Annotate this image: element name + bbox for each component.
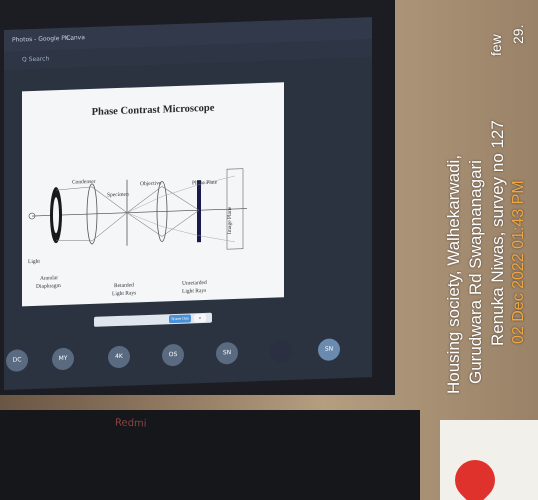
laptop-brand-logo: Redmi bbox=[114, 417, 147, 430]
participant-avatar[interactable]: OS bbox=[162, 343, 184, 367]
overlay-extra-num: 29. bbox=[510, 24, 526, 44]
label-image-plane: Image Plane bbox=[227, 206, 233, 235]
presentation-slide: Phase Contrast Microscope Condenser Obje… bbox=[22, 82, 284, 307]
map-thumbnail bbox=[440, 420, 538, 500]
label-condenser: Condenser bbox=[72, 178, 96, 186]
ray-upper bbox=[55, 186, 200, 214]
participant-avatar[interactable] bbox=[270, 339, 292, 363]
overlay-date: 02 Dec 2022 01:43 PM bbox=[510, 180, 527, 344]
label-objective: Objective bbox=[140, 180, 162, 188]
optical-axis bbox=[32, 208, 247, 217]
ray-lower bbox=[55, 209, 200, 242]
browser-tab-canva[interactable]: Canva bbox=[66, 34, 85, 42]
browser-search-text[interactable]: Q Search bbox=[22, 55, 49, 63]
participant-avatar[interactable]: DC bbox=[6, 349, 28, 372]
participant-strip: DC MY 4K OS SN SN bbox=[4, 332, 372, 385]
laptop-keyboard-deck: Redmi bbox=[0, 410, 420, 500]
label-unretarded-1: Unretarded bbox=[182, 279, 207, 287]
participant-avatar[interactable]: MY bbox=[52, 347, 74, 371]
overlay-address-line-2: Gurudwara Rd Swapnanagari bbox=[466, 160, 485, 384]
label-annular-1: Annular bbox=[40, 275, 59, 282]
label-unretarded-2: Light Rays bbox=[182, 287, 207, 295]
share-button[interactable]: Share this bbox=[169, 314, 191, 324]
label-retarded-1: Retarded bbox=[114, 282, 134, 290]
label-retarded-2: Light Rays bbox=[112, 290, 137, 298]
laptop-lid: Photos - Google Ph... Canva Q Search Pha… bbox=[0, 0, 395, 395]
share-close-button[interactable]: × bbox=[194, 313, 206, 323]
geotag-overlay: Housing society, Walhekarwadi, Gurudwara… bbox=[444, 14, 534, 424]
label-phase-plate: Phase Plate bbox=[192, 179, 218, 187]
share-bar: Share this × bbox=[94, 312, 212, 327]
ray-unretarded bbox=[126, 212, 236, 243]
label-specimen: Specimen bbox=[107, 191, 129, 199]
label-light: Light bbox=[28, 258, 40, 266]
overlay-address-line-1: Renuka Niwas, survey no 127 bbox=[488, 120, 507, 346]
laptop-screen: Photos - Google Ph... Canva Q Search Pha… bbox=[4, 17, 372, 390]
photo-scene: Photos - Google Ph... Canva Q Search Pha… bbox=[0, 0, 538, 500]
annular-opening-icon bbox=[53, 197, 59, 234]
participant-avatar[interactable]: SN bbox=[318, 338, 340, 362]
microscope-diagram bbox=[28, 168, 247, 250]
label-annular-2: Diaphragm bbox=[36, 283, 61, 290]
participant-avatar[interactable]: 4K bbox=[108, 345, 130, 369]
overlay-address-line-3: Housing society, Walhekarwadi, bbox=[444, 154, 463, 394]
map-pin-icon bbox=[446, 451, 504, 500]
overlay-extra-few: few bbox=[488, 34, 504, 56]
participant-avatar[interactable]: SN bbox=[216, 341, 238, 365]
